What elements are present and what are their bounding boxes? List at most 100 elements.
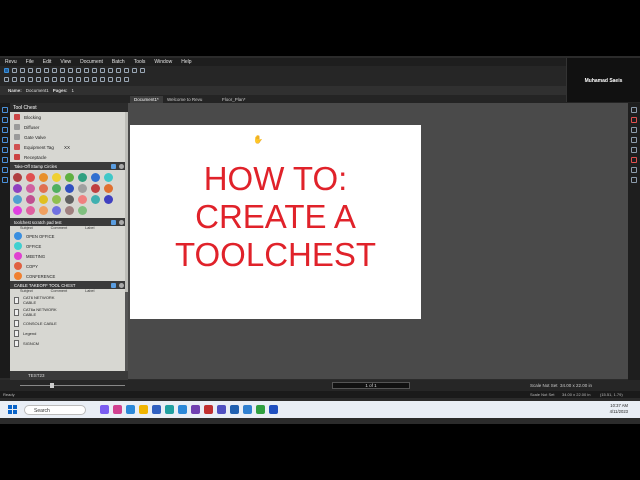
- stamp-circle[interactable]: [104, 195, 113, 204]
- copy-icon[interactable]: [52, 77, 57, 82]
- list-item-open-office[interactable]: OPEN OFFICE: [10, 231, 128, 241]
- markup-list-icon[interactable]: [631, 117, 637, 123]
- stamp-circle[interactable]: [52, 195, 61, 204]
- arrow-tool-icon[interactable]: [68, 68, 73, 73]
- stamp-circle[interactable]: [13, 206, 22, 215]
- signatures-icon[interactable]: [631, 157, 637, 163]
- list-item-copy[interactable]: COPY: [10, 261, 128, 271]
- settings-gear-icon[interactable]: [119, 219, 124, 225]
- stamp-circle[interactable]: [13, 195, 22, 204]
- text-tool-icon[interactable]: [28, 68, 33, 73]
- panel-icon[interactable]: [631, 107, 637, 113]
- stamp-circle[interactable]: [13, 173, 22, 182]
- section-header-scratch-pad[interactable]: toolchest scratch pad test: [10, 218, 128, 226]
- menu-item-window[interactable]: Window: [154, 59, 172, 65]
- list-item-meeting[interactable]: MEETING: [10, 251, 128, 261]
- bold-icon[interactable]: [76, 77, 81, 82]
- cable-item-cat6a[interactable]: CAT6a NETWORK CABLE: [10, 306, 128, 318]
- properties-icon[interactable]: [631, 147, 637, 153]
- color-icon[interactable]: [108, 77, 113, 82]
- settings-gear-icon[interactable]: [119, 163, 124, 169]
- section-header-cable-takeoff[interactable]: CABLE TAKEOFF TOOL CHEST: [10, 281, 128, 289]
- stamp-circle[interactable]: [52, 173, 61, 182]
- align-icon[interactable]: [100, 77, 105, 82]
- tab-welcome[interactable]: Welcome to Revu: [163, 96, 206, 103]
- stamp-circle[interactable]: [78, 206, 87, 215]
- outlook-icon[interactable]: [178, 405, 187, 414]
- tool-item-receptacle[interactable]: Receptacle: [10, 152, 128, 162]
- pan-tool-icon[interactable]: [12, 68, 17, 73]
- layers-icon[interactable]: [631, 127, 637, 133]
- taskbar-search[interactable]: Search: [24, 405, 86, 415]
- stamp-circle[interactable]: [91, 184, 100, 193]
- zoom-tool-icon[interactable]: [20, 68, 25, 73]
- menu-item-revu[interactable]: Revu: [5, 59, 17, 65]
- menu-item-view[interactable]: View: [60, 59, 71, 65]
- menu-item-help[interactable]: Help: [181, 59, 191, 65]
- file-explorer-icon[interactable]: [139, 405, 148, 414]
- print-icon[interactable]: [20, 77, 25, 82]
- tool-item-blocking[interactable]: Blocking: [10, 112, 128, 122]
- page-indicator[interactable]: 1 of 1: [332, 382, 410, 389]
- list-item-conference[interactable]: CONFERENCE: [10, 271, 128, 281]
- stamp-circle[interactable]: [65, 195, 74, 204]
- spaces-icon[interactable]: [631, 177, 637, 183]
- stamp-circle[interactable]: [78, 184, 87, 193]
- shape-tool-icon[interactable]: [52, 68, 57, 73]
- stamp-circle[interactable]: [26, 184, 35, 193]
- layers-icon[interactable]: [2, 147, 8, 153]
- bookmarks-icon[interactable]: [2, 117, 8, 123]
- browser-icon[interactable]: [126, 405, 135, 414]
- app-icon[interactable]: [269, 405, 278, 414]
- redo-icon[interactable]: [36, 77, 41, 82]
- stamp-circle[interactable]: [104, 173, 113, 182]
- open-icon[interactable]: [4, 77, 9, 82]
- app-icon[interactable]: [165, 405, 174, 414]
- menu-item-file[interactable]: File: [26, 59, 34, 65]
- underline-icon[interactable]: [92, 77, 97, 82]
- measurements-icon[interactable]: [631, 137, 637, 143]
- links-icon[interactable]: [2, 167, 8, 173]
- properties-icon[interactable]: [2, 137, 8, 143]
- app-icon[interactable]: [243, 405, 252, 414]
- app-icon[interactable]: [113, 405, 122, 414]
- tab-document1[interactable]: Document1*: [130, 96, 163, 103]
- measure-tool-icon[interactable]: [92, 68, 97, 73]
- stamp-circle[interactable]: [104, 184, 113, 193]
- bottom-scale[interactable]: Scale Not Set: [530, 383, 558, 388]
- select-tool-icon[interactable]: [4, 68, 9, 73]
- zoom-slider-handle[interactable]: [50, 383, 54, 388]
- cable-item-signcm[interactable]: SIGNCM: [10, 338, 128, 348]
- line-width-icon[interactable]: [116, 77, 121, 82]
- stamp-circle[interactable]: [13, 184, 22, 193]
- teams-icon[interactable]: [217, 405, 226, 414]
- stamp-circle[interactable]: [78, 195, 87, 204]
- highlight-tool-icon[interactable]: [44, 68, 49, 73]
- cable-item-legend[interactable]: Legend: [10, 328, 128, 338]
- stamp-circle[interactable]: [91, 173, 100, 182]
- count-tool-icon[interactable]: [108, 68, 113, 73]
- opacity-icon[interactable]: [124, 77, 129, 82]
- stamp-circle[interactable]: [26, 195, 35, 204]
- image-tool-icon[interactable]: [132, 68, 137, 73]
- cut-icon[interactable]: [44, 77, 49, 82]
- studio-icon[interactable]: [2, 177, 8, 183]
- app-icon[interactable]: [152, 405, 161, 414]
- stamp-circle[interactable]: [39, 206, 48, 215]
- mode-icon[interactable]: [111, 163, 116, 169]
- cloud-tool-icon[interactable]: [76, 68, 81, 73]
- windows-start-icon[interactable]: [8, 405, 17, 414]
- stamp-circle[interactable]: [65, 184, 74, 193]
- menu-item-batch[interactable]: Batch: [112, 59, 125, 65]
- area-tool-icon[interactable]: [100, 68, 105, 73]
- font-icon[interactable]: [68, 77, 73, 82]
- stamp-circle[interactable]: [39, 173, 48, 182]
- snapshot-tool-icon[interactable]: [116, 68, 121, 73]
- mode-icon[interactable]: [111, 282, 116, 288]
- zoom-slider[interactable]: [20, 383, 125, 388]
- stamp-circle[interactable]: [65, 173, 74, 182]
- tool-item-diffuser[interactable]: Diffuser: [10, 122, 128, 132]
- eraser-tool-icon[interactable]: [140, 68, 145, 73]
- toolchest-icon[interactable]: [2, 127, 8, 133]
- list-item-office[interactable]: OFFICE: [10, 241, 128, 251]
